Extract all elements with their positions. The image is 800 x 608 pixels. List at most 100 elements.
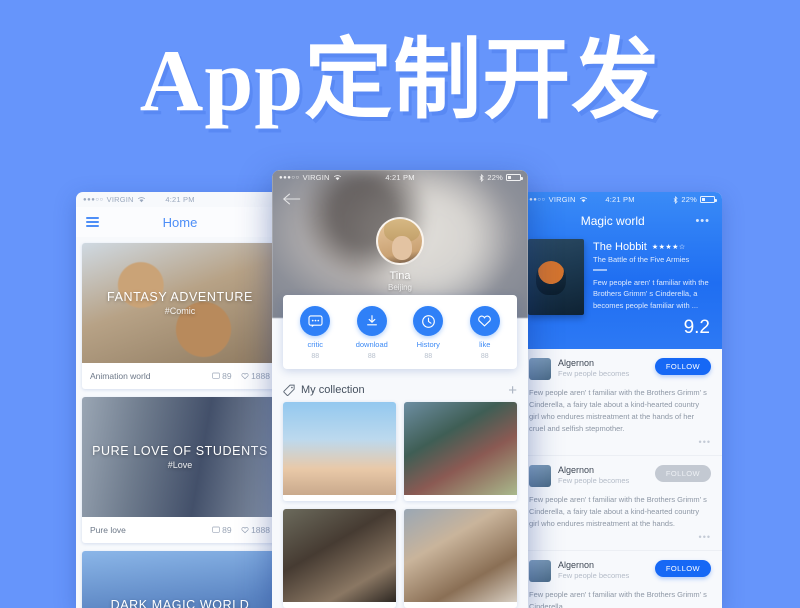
feed-card-image: DARK MAGIC WORLD #Magic [82,551,278,608]
featured-movie[interactable]: The Hobbit ★★★★☆ The Battle of the Five … [518,235,722,315]
follow-button[interactable]: FOLLOW [654,465,711,482]
movie-poster [528,239,584,315]
movie-title: The Hobbit [593,241,647,253]
more-options-icon[interactable]: ••• [695,215,710,227]
collection-card-title: Animation world [410,500,511,501]
action-like[interactable]: like 88 [457,306,514,360]
add-collection-button[interactable]: + [508,383,517,398]
heart-icon [241,373,249,380]
movie-score: 9.2 [683,317,710,338]
action-count: 88 [311,353,320,360]
collection-title: My collection [301,384,365,396]
author-name: Algernon [558,465,595,475]
collection-card-image [283,509,396,602]
comment-icon [211,526,220,533]
navbar-left: Home [76,207,284,237]
action-count: 88 [367,353,376,360]
navbar-title: Magic world [580,214,645,228]
feed-card-name: Pure love [90,525,126,535]
download-icon [356,306,387,336]
more-options-icon[interactable]: ••• [529,532,711,542]
feed-card-overlay-title: PURE LOVE OF STUDENTS [92,444,268,458]
collection-grid: Animation world animation Animation worl… [283,402,517,608]
avatar [529,560,551,582]
action-count: 88 [480,353,489,360]
collection-card[interactable]: Animation world animation [283,509,396,608]
rating-stars: ★★★★☆ [651,244,686,251]
follow-button[interactable]: FOLLOW [654,358,711,375]
follow-button[interactable]: FOLLOW [654,560,711,577]
list-item[interactable]: Algernon Few people becomes FOLLOW Few p… [518,349,722,456]
feed-card-overlay-title: FANTASY ADVENTURE [107,290,253,304]
like-count: 1888 [251,371,270,381]
feed-card-image: PURE LOVE OF STUDENTS #Love [82,397,278,517]
clock-label: 4:21 PM [385,173,415,182]
profile-city: Beijing [387,283,412,292]
comment-icon [211,372,220,379]
avatar [529,358,551,380]
action-buttons-card: critic 88 download 88 History 88 like 88 [283,295,517,369]
author-subtitle: Few people becomes [558,571,630,580]
collection-card-image [404,402,517,495]
comment-count: 89 [222,525,232,535]
avatar[interactable] [376,217,424,265]
phone-mockup-center: ●●●○○ VIRGIN 4:21 PM 22% Tina Beijing cr… [272,170,528,608]
collection-card-title: Animation world [289,500,390,501]
feed-card[interactable]: DARK MAGIC WORLD #Magic [82,551,278,608]
comment-stat: 89 [211,525,232,535]
article-body: Few people aren' t familiar with the Bro… [529,495,707,528]
feed-card-overlay-tag: #Love [167,460,193,470]
action-critic[interactable]: critic 88 [287,306,344,360]
hamburger-menu-icon[interactable] [86,217,99,227]
movie-subtitle: The Battle of the Five Armies [593,255,690,264]
heart-icon [241,527,249,534]
author-subtitle: Few people becomes [558,476,630,485]
battery-icon [506,174,523,181]
author-name: Algernon [558,358,595,368]
collection-card[interactable]: Animation world animation [283,402,396,501]
navbar-title: Home [162,214,198,230]
collection-card[interactable]: Animation world animation [404,402,517,501]
navbar-right: Magic world ••• [518,207,722,235]
action-label: like [479,340,491,349]
feed-card-overlay-tag: #Comic [164,306,196,316]
back-arrow-icon[interactable] [282,192,301,209]
list-item[interactable]: Algernon Few people becomes FOLLOW Few p… [518,551,722,608]
article-body: Few people aren' t familiar with the Bro… [529,388,707,433]
feed-card[interactable]: PURE LOVE OF STUDENTS #Love Pure love 89… [82,397,278,543]
status-bar-right: ●●●○○ VIRGIN 4:21 PM 22% [518,192,722,207]
more-options-icon[interactable]: ••• [529,437,711,447]
hero-banner: App定制开发 [0,38,800,126]
list-item[interactable]: Algernon Few people becomes FOLLOW Few p… [518,456,722,551]
collection-card[interactable]: Animation world animation [404,509,517,608]
heart-icon [469,306,500,336]
clock-label: 4:21 PM [605,195,635,204]
profile-block: Tina Beijing [272,217,528,292]
author-name: Algernon [558,560,595,570]
status-bar-center: ●●●○○ VIRGIN 4:21 PM 22% [272,170,528,185]
phone-mockup-right: ●●●○○ VIRGIN 4:21 PM 22% Magic world ••• [518,192,722,608]
movie-description: Few people aren' t familiar with the Bro… [593,277,709,310]
page-title: App定制开发 [139,33,661,130]
action-download[interactable]: download 88 [344,306,401,360]
like-stat: 1888 [241,525,270,535]
like-count: 1888 [251,525,270,535]
clock-icon [413,306,444,336]
status-bar-left: ●●●○○ VIRGIN 4:21 PM [76,192,284,207]
feed-card-name: Animation world [90,371,151,381]
collection-card-image [404,509,517,602]
action-label: download [355,340,388,349]
feed-card[interactable]: FANTASY ADVENTURE #Comic Animation world… [82,243,278,389]
featured-header: ●●●○○ VIRGIN 4:21 PM 22% Magic world ••• [518,192,722,349]
feed-card-footer: Pure love 89 1888 [82,517,278,543]
action-history[interactable]: History 88 [400,306,457,360]
article-list: Algernon Few people becomes FOLLOW Few p… [518,349,722,608]
phone-mockup-left: ●●●○○ VIRGIN 4:21 PM Home FANTASY ADVENT… [76,192,284,608]
action-label: critic [307,340,323,349]
feed-card-overlay-title: DARK MAGIC WORLD [110,598,250,608]
divider [593,269,607,271]
comment-stat: 89 [211,371,232,381]
avatar [529,465,551,487]
action-label: History [416,340,440,349]
collection-card-image [283,402,396,495]
